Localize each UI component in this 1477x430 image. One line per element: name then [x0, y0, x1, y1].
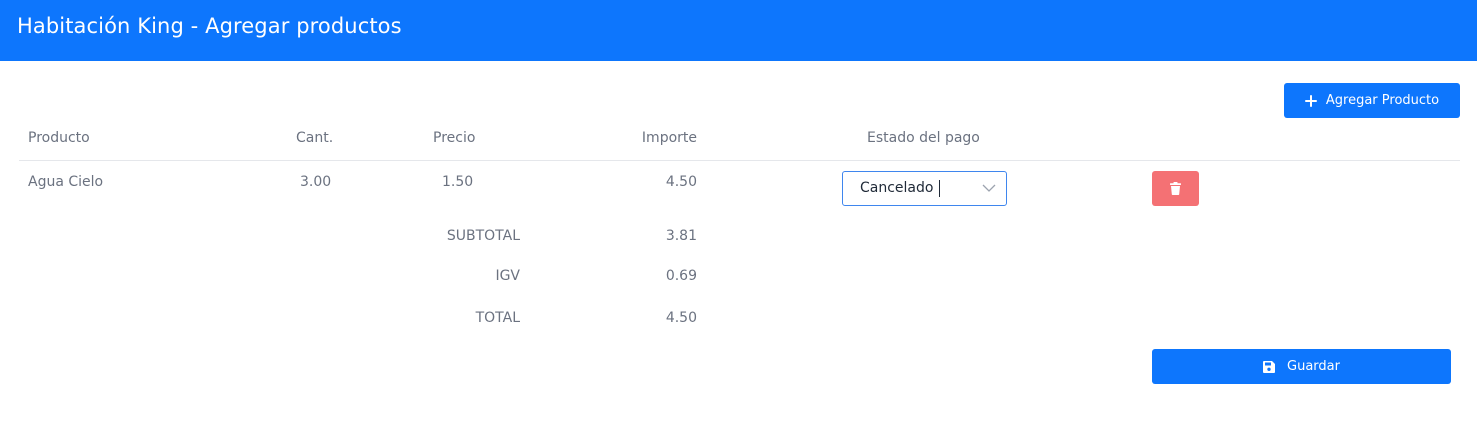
igv-label: IGV [495, 268, 520, 284]
save-label: Guardar [1287, 359, 1340, 374]
cell-precio: 1.50 [442, 174, 474, 190]
igv-value: 0.69 [665, 268, 697, 284]
subtotal-value: 3.81 [665, 228, 697, 244]
column-header-estado: Estado del pago [867, 130, 980, 146]
column-header-importe: Importe [641, 130, 697, 146]
column-header-cant: Cant. [296, 130, 334, 146]
payment-status-select[interactable]: Cancelado [842, 171, 1007, 206]
text-cursor [939, 180, 940, 197]
total-value: 4.50 [665, 310, 697, 326]
save-button[interactable]: Guardar [1152, 349, 1451, 384]
cell-producto: Agua Cielo [28, 174, 104, 190]
payment-status-value: Cancelado [860, 180, 934, 196]
trash-icon [1170, 182, 1181, 195]
total-label: TOTAL [475, 310, 520, 326]
chevron-down-icon [982, 184, 996, 192]
floppy-disk-icon [1263, 360, 1276, 373]
add-product-label: Agregar Producto [1325, 93, 1440, 108]
table-header-divider [19, 160, 1460, 161]
cell-importe: 4.50 [665, 174, 697, 190]
column-header-precio: Precio [433, 130, 476, 146]
delete-row-button[interactable] [1152, 171, 1199, 206]
cell-cant: 3.00 [300, 174, 332, 190]
page-header: Habitación King - Agregar productos [0, 0, 1477, 61]
add-product-button[interactable]: Agregar Producto [1284, 83, 1460, 118]
column-header-producto: Producto [28, 130, 90, 146]
subtotal-label: SUBTOTAL [446, 228, 520, 244]
plus-icon [1304, 94, 1317, 107]
page-title: Habitación King - Agregar productos [17, 14, 402, 38]
